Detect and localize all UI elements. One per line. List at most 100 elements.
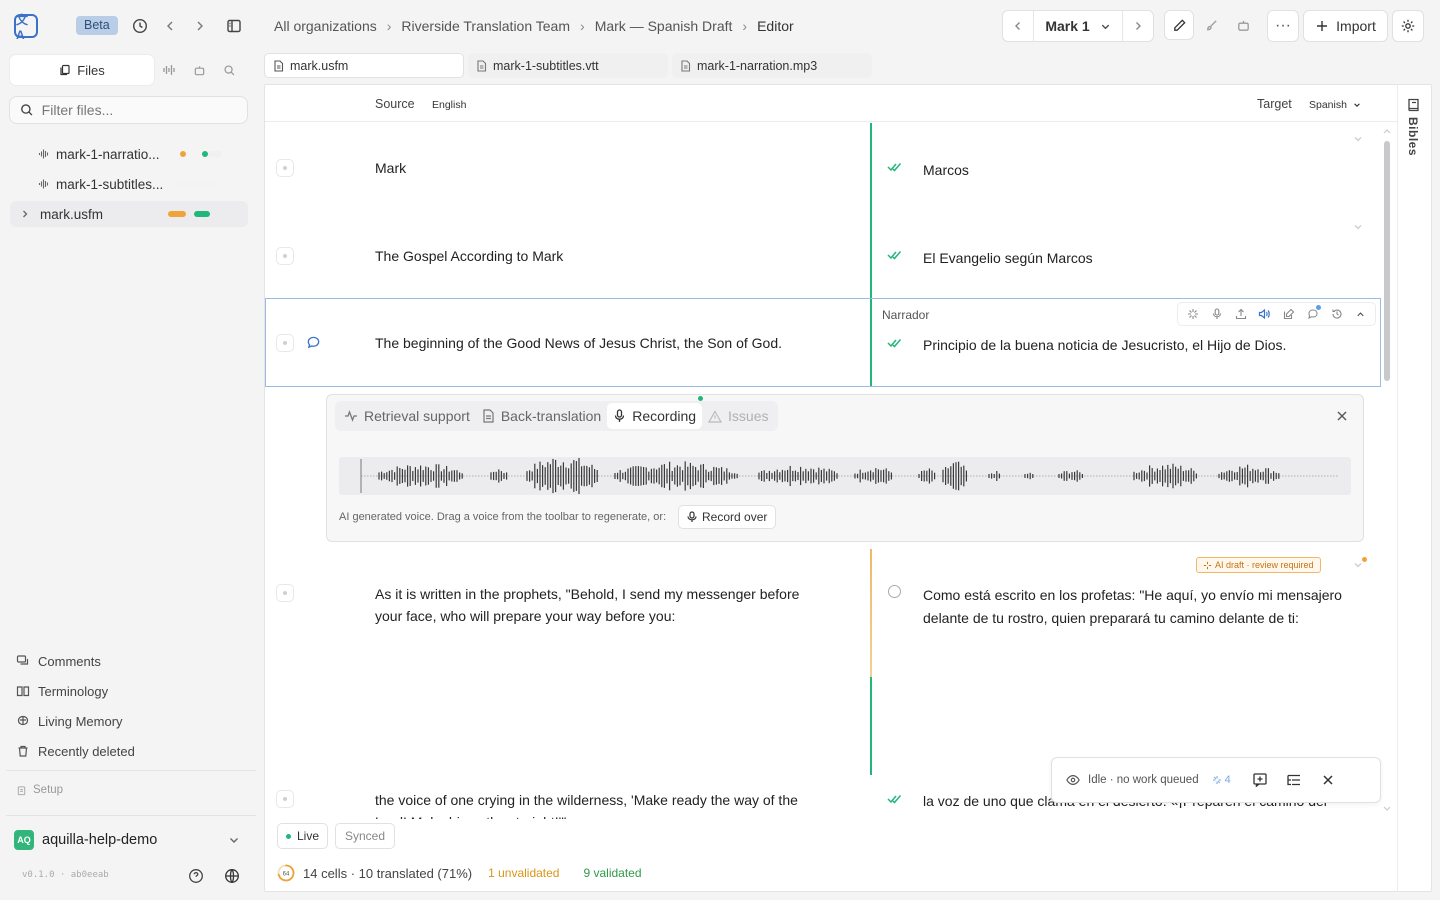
tab-back-translation[interactable]: Back-translation xyxy=(476,403,607,429)
source-text: The Gospel According to Mark xyxy=(375,248,564,264)
record-over-button[interactable]: Record over xyxy=(678,505,777,529)
table-row-selected[interactable]: The beginning of the Good News of Jesus … xyxy=(265,298,1381,387)
chevron-down-icon[interactable] xyxy=(1352,221,1364,233)
app-logo[interactable]: 文A xyxy=(14,13,38,42)
file-item-subtitles[interactable]: mark-1-subtitles... xyxy=(10,171,248,197)
table-row[interactable]: The Gospel According to Mark El Evangeli… xyxy=(265,211,1381,299)
target-language-select[interactable]: Spanish xyxy=(1309,99,1361,111)
edit-button[interactable] xyxy=(1278,304,1299,324)
help-icon[interactable] xyxy=(186,866,206,886)
speaker-label[interactable]: Narrador xyxy=(882,308,929,322)
previous-chapter-button[interactable] xyxy=(1003,11,1033,41)
chevron-down-icon[interactable] xyxy=(1352,133,1364,145)
next-chapter-button[interactable] xyxy=(1123,11,1153,41)
setup-link[interactable]: Setup xyxy=(16,784,63,796)
divider xyxy=(6,770,256,771)
scrollbar-thumb[interactable] xyxy=(1384,141,1390,381)
audio-waveform[interactable] xyxy=(339,457,1351,495)
globe-icon[interactable] xyxy=(222,866,242,886)
review-mode-button[interactable] xyxy=(1196,10,1226,40)
double-check-icon[interactable] xyxy=(887,161,903,173)
ai-draft-badge[interactable]: AI draft · review required xyxy=(1196,557,1321,573)
validate-circle[interactable] xyxy=(888,585,901,598)
history-button[interactable] xyxy=(1326,304,1347,324)
tab-audio[interactable] xyxy=(154,55,184,85)
cell-handle[interactable] xyxy=(276,159,294,177)
bibles-label[interactable]: Bibles xyxy=(1406,117,1420,156)
scrollbar[interactable] xyxy=(1382,125,1392,815)
outline-button[interactable] xyxy=(1284,770,1304,790)
filter-files xyxy=(9,96,248,124)
history-icon[interactable] xyxy=(128,14,152,38)
breadcrumb-team[interactable]: Riverside Translation Team xyxy=(401,18,570,34)
file-item-usfm[interactable]: mark.usfm xyxy=(10,201,248,227)
eye-icon[interactable] xyxy=(1066,773,1080,787)
back-icon[interactable] xyxy=(158,14,182,38)
cell-handle[interactable] xyxy=(276,247,294,265)
double-check-icon[interactable] xyxy=(887,337,903,349)
close-status-button[interactable] xyxy=(1318,770,1338,790)
more-options-button[interactable]: ··· xyxy=(1267,10,1299,42)
queued-count[interactable]: 4 xyxy=(1207,771,1236,789)
bibles-panel-toggle[interactable] xyxy=(1397,85,1431,891)
add-comment-button[interactable] xyxy=(1250,770,1270,790)
tab-subtitles[interactable]: mark-1-subtitles.vtt xyxy=(468,53,668,78)
live-status[interactable]: Live xyxy=(277,823,329,849)
double-check-icon[interactable] xyxy=(887,249,903,261)
tab-mark-usfm[interactable]: mark.usfm xyxy=(264,53,464,78)
collapse-button[interactable] xyxy=(1350,304,1371,324)
brush-icon xyxy=(1206,19,1217,30)
waveform-icon xyxy=(163,65,175,75)
ai-mode-button[interactable] xyxy=(1228,10,1258,40)
unvalidated-count[interactable]: 1 unvalidated xyxy=(488,866,559,880)
tab-search[interactable] xyxy=(214,55,244,85)
chevron-right-icon[interactable] xyxy=(20,209,30,219)
validated-count[interactable]: 9 validated xyxy=(583,866,641,880)
chapter-dropdown[interactable]: Mark 1 xyxy=(1033,11,1123,41)
settings-button[interactable] xyxy=(1392,10,1424,42)
target-text[interactable]: Como está escrito en los profetas: "He a… xyxy=(923,584,1343,629)
tab-retrieval-support[interactable]: Retrieval support xyxy=(338,403,476,429)
upload-button[interactable] xyxy=(1230,304,1251,324)
chapter-selector: Mark 1 xyxy=(1002,10,1154,42)
close-icon[interactable] xyxy=(1333,407,1351,425)
record-button[interactable] xyxy=(1206,304,1227,324)
target-text[interactable]: Principio de la buena noticia de Jesucri… xyxy=(923,334,1343,357)
file-item-narration[interactable]: mark-1-narratio... xyxy=(10,141,248,167)
comment-button[interactable] xyxy=(1302,304,1323,324)
tab-issues[interactable]: Issues xyxy=(702,403,774,429)
tab-recording[interactable]: Recording xyxy=(607,396,704,429)
play-audio-button[interactable] xyxy=(1254,304,1275,324)
edit-mode-button[interactable] xyxy=(1164,10,1194,40)
target-text[interactable]: Marcos xyxy=(923,159,1343,182)
audio-file-icon xyxy=(38,179,49,189)
sidebar-item-living-memory[interactable]: Living Memory xyxy=(16,710,123,732)
ai-sparkle-button[interactable] xyxy=(1182,304,1203,324)
sync-status[interactable]: Synced xyxy=(335,823,396,849)
workspace-name[interactable]: aquilla-help-demo xyxy=(42,832,157,848)
table-row[interactable]: As it is written in the prophets, "Behol… xyxy=(265,549,1381,677)
scroll-down-icon[interactable] xyxy=(1382,805,1392,813)
table-row[interactable]: Mark Marcos xyxy=(265,123,1381,211)
import-button[interactable]: Import xyxy=(1303,10,1388,42)
tab-ai[interactable] xyxy=(184,55,214,85)
sidebar-item-recently-deleted[interactable]: Recently deleted xyxy=(16,740,135,762)
scroll-up-icon[interactable] xyxy=(1382,127,1392,135)
comment-icon[interactable] xyxy=(306,335,321,350)
breadcrumb-project[interactable]: Mark — Spanish Draft xyxy=(595,18,733,34)
chevron-down-icon[interactable] xyxy=(226,832,242,848)
cell-handle[interactable] xyxy=(276,334,294,352)
cell-handle[interactable] xyxy=(276,584,294,602)
tab-files[interactable]: Files xyxy=(10,55,154,85)
sidebar-item-terminology[interactable]: Terminology xyxy=(16,680,108,702)
target-text[interactable]: El Evangelio según Marcos xyxy=(923,247,1343,270)
chevron-down-icon xyxy=(1354,103,1360,107)
forward-icon[interactable] xyxy=(188,14,212,38)
tab-narration[interactable]: mark-1-narration.mp3 xyxy=(672,53,872,78)
sidebar-toggle-icon[interactable] xyxy=(222,14,246,38)
filter-files-input[interactable] xyxy=(41,102,237,118)
breadcrumb-organizations[interactable]: All organizations xyxy=(274,18,377,34)
double-check-icon[interactable] xyxy=(887,793,903,805)
cell-handle[interactable] xyxy=(276,790,294,808)
sidebar-item-comments[interactable]: Comments xyxy=(16,650,101,672)
